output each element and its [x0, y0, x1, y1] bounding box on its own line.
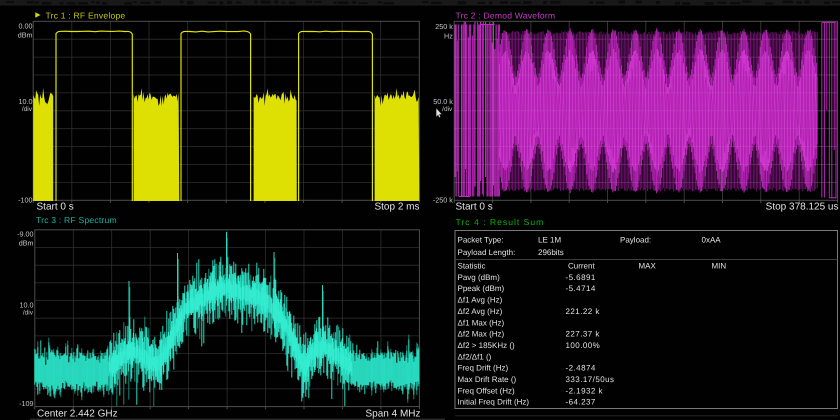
svg-text:/div: /div [22, 106, 33, 113]
svg-text:-2.4874: -2.4874 [566, 364, 596, 373]
svg-text:-250 k: -250 k [433, 195, 453, 204]
svg-text:-64.237: -64.237 [566, 398, 596, 407]
svg-text:Payload:: Payload: [620, 236, 651, 245]
svg-text:Δf1 Max (Hz): Δf1 Max (Hz) [458, 318, 505, 327]
svg-text:0xAA: 0xAA [702, 236, 722, 245]
svg-text:MIN: MIN [712, 262, 727, 271]
svg-text:Stop 2 ms: Stop 2 ms [374, 202, 419, 213]
svg-text:Freq Offset (Hz): Freq Offset (Hz) [458, 386, 516, 395]
svg-text:296bits: 296bits [538, 248, 564, 257]
svg-text:Trc 2 : Demod Waveform: Trc 2 : Demod Waveform [456, 10, 556, 20]
svg-text:Payload Length:: Payload Length: [458, 248, 516, 257]
svg-text:Trc 1 : RF Envelope: Trc 1 : RF Envelope [46, 10, 126, 20]
svg-text:Freq Drift (Hz): Freq Drift (Hz) [458, 364, 509, 373]
svg-text:-100: -100 [18, 195, 32, 204]
svg-text:Pavg (dBm): Pavg (dBm) [458, 273, 501, 282]
svg-text:/div: /div [23, 310, 34, 317]
svg-text:LE 1M: LE 1M [538, 236, 561, 245]
svg-text:dBm: dBm [19, 239, 34, 248]
svg-text:-109: -109 [19, 399, 33, 408]
svg-text:Statistic: Statistic [458, 262, 486, 271]
svg-text:Δf2 Max (Hz): Δf2 Max (Hz) [458, 330, 505, 339]
svg-text:Trc 3 : RF Spectrum: Trc 3 : RF Spectrum [36, 215, 117, 225]
svg-text:0.00: 0.00 [19, 21, 33, 30]
svg-text:Δf2/Δf1 (): Δf2/Δf1 () [458, 352, 492, 361]
svg-text:227.37 k: 227.37 k [566, 330, 601, 339]
svg-text:Center 2.442 GHz: Center 2.442 GHz [37, 408, 118, 419]
svg-text:Δf2 Avg (Hz): Δf2 Avg (Hz) [458, 307, 503, 316]
svg-text:-2.1932 k: -2.1932 k [566, 386, 604, 395]
svg-text:Max Drift Rate (): Max Drift Rate () [458, 375, 517, 384]
svg-text:333.17/50us: 333.17/50us [566, 375, 615, 384]
svg-text:MAX: MAX [639, 262, 657, 271]
svg-text:50.0 k: 50.0 k [433, 97, 453, 106]
svg-text:Stop 378.125 us: Stop 378.125 us [766, 202, 839, 213]
svg-text:10.0: 10.0 [19, 97, 33, 106]
svg-text:Hz: Hz [444, 31, 453, 40]
svg-text:221.22 k: 221.22 k [566, 307, 601, 316]
svg-text:-5.6891: -5.6891 [566, 273, 596, 282]
svg-text:10.0: 10.0 [20, 301, 34, 310]
svg-text:-5.4714: -5.4714 [566, 284, 596, 293]
svg-text:/div: /div [442, 106, 453, 113]
svg-text:Δf1 Avg (Hz): Δf1 Avg (Hz) [458, 296, 503, 305]
svg-text:Start 0 s: Start 0 s [37, 202, 74, 213]
svg-text:-9.00: -9.00 [17, 230, 33, 239]
svg-text:Current: Current [568, 262, 595, 271]
svg-text:Start 0 s: Start 0 s [456, 202, 493, 213]
svg-text:Trc 4 : Result Sum: Trc 4 : Result Sum [456, 217, 545, 227]
svg-text:Ppeak (dBm): Ppeak (dBm) [458, 284, 505, 293]
svg-text:dBm: dBm [18, 31, 33, 40]
svg-text:250 k: 250 k [435, 22, 453, 31]
svg-text:100.00%: 100.00% [566, 341, 601, 350]
svg-text:Initial Freq Drift (Hz): Initial Freq Drift (Hz) [458, 398, 530, 407]
svg-text:Packet Type:: Packet Type: [458, 236, 504, 245]
svg-text:Δf2 > 185KHz (): Δf2 > 185KHz () [458, 341, 515, 350]
svg-text:Span 4 MHz: Span 4 MHz [365, 408, 420, 419]
